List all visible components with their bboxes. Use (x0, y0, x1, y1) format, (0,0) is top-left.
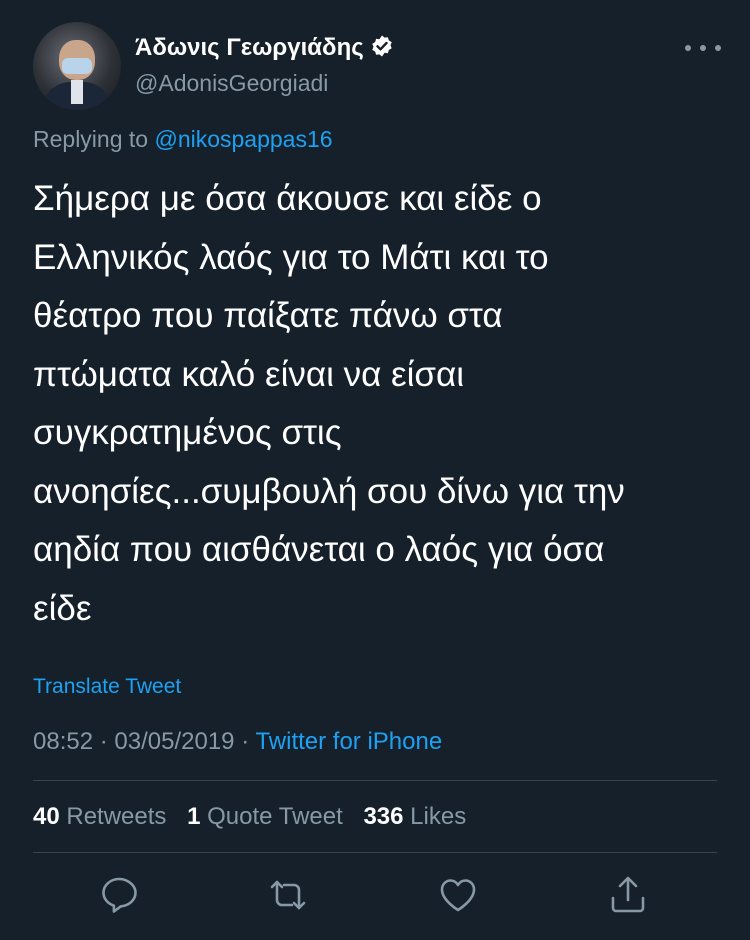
replying-to: Replying to @nikospappas16 (33, 126, 333, 153)
tweet-actions (0, 873, 750, 917)
retweet-icon[interactable] (266, 873, 310, 917)
tweet-stats: 40 Retweets 1 Quote Tweet 336 Likes (33, 803, 466, 831)
avatar-mask (62, 58, 92, 74)
like-icon[interactable] (436, 873, 480, 917)
divider (33, 780, 717, 781)
quote-tweets-stat[interactable]: 1 Quote Tweet (187, 803, 343, 830)
tweet-text-line: Σήμερα με όσα άκουσε και είδε ο (33, 179, 542, 218)
tweet-text-line: ανοησίες...συμβουλή σου δίνω για την (33, 471, 625, 511)
translate-tweet-link[interactable]: Translate Tweet (33, 675, 181, 699)
replying-to-label: Replying to (33, 126, 149, 152)
retweets-count: 40 (33, 803, 60, 830)
meta-separator: · (241, 728, 250, 755)
tweet-date[interactable]: 03/05/2019 (114, 728, 234, 755)
likes-label: Likes (410, 803, 467, 830)
tweet-text-line: Ελληνικός λαός για το Μάτι και το (33, 237, 549, 277)
tweet-text-line: είδε (33, 588, 92, 628)
avatar[interactable] (33, 22, 121, 110)
verified-badge-icon (370, 34, 394, 65)
tweet-time[interactable]: 08:52 (33, 728, 93, 755)
author-handle[interactable]: @AdonisGeorgiadi (135, 70, 328, 97)
reply-icon[interactable] (97, 873, 141, 917)
author-name-row[interactable]: Άδωνις Γεωργιάδης (135, 34, 394, 65)
tweet-text: Σήμερα με όσα άκουσε και είδε ο Ελληνικό… (33, 170, 723, 638)
divider (33, 852, 717, 853)
likes-stat[interactable]: 336 Likes (363, 803, 466, 830)
avatar-collar (71, 80, 83, 104)
likes-count: 336 (363, 803, 404, 830)
replying-to-mention[interactable]: @nikospappas16 (154, 126, 332, 152)
tweet-text-line: θέατρο που παίξατε πάνω στα (33, 296, 503, 335)
retweets-stat[interactable]: 40 Retweets (33, 803, 166, 830)
tweet-text-line: πτώματα καλό είναι να είσαι (33, 354, 465, 394)
share-icon[interactable] (606, 873, 650, 917)
more-options-icon[interactable] (683, 40, 723, 56)
tweet-text-line: συγκρατημένος στις (33, 413, 342, 452)
meta-separator: · (99, 728, 108, 755)
tweet-header: Άδωνις Γεωργιάδης @AdonisGeorgiadi (33, 20, 723, 112)
tweet-text-line: αηδία που αισθάνεται ο λαός για όσα (33, 530, 605, 569)
tweet-source-link[interactable]: Twitter for iPhone (255, 728, 442, 755)
author-display-name[interactable]: Άδωνις Γεωργιάδης (135, 34, 364, 61)
quote-tweets-label: Quote Tweet (207, 803, 343, 830)
retweets-label: Retweets (66, 803, 167, 830)
tweet-meta: 08:52 · 03/05/2019 · Twitter for iPhone (33, 728, 442, 756)
quote-tweets-count: 1 (187, 803, 201, 830)
